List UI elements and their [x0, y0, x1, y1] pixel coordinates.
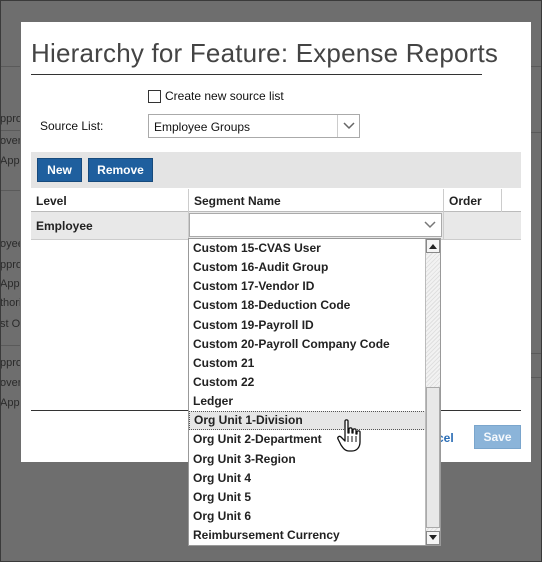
dropdown-option[interactable]: Ledger	[189, 392, 426, 411]
bg-divider	[0, 66, 20, 67]
dropdown-option[interactable]: Custom 22	[189, 373, 426, 392]
background-text: over	[0, 135, 20, 147]
dropdown-option[interactable]: Org Unit 1-Division	[189, 411, 426, 431]
column-divider	[443, 189, 444, 212]
toolbar: New Remove	[31, 152, 521, 188]
background-text: thori	[0, 297, 20, 309]
table-header: Level Segment Name Order	[31, 189, 521, 212]
column-divider	[443, 212, 444, 240]
dropdown-option[interactable]: Custom 19-Payroll ID	[189, 316, 426, 335]
background-text: ppro	[0, 357, 20, 369]
create-new-source-list[interactable]: Create new source list	[148, 89, 284, 103]
background-text: oyee	[0, 238, 20, 250]
chevron-down-icon[interactable]	[337, 115, 359, 137]
dropdown-option[interactable]: Custom 21	[189, 354, 426, 373]
column-divider	[188, 189, 189, 212]
source-list-select[interactable]: Employee Groups	[148, 114, 360, 138]
remove-button[interactable]: Remove	[88, 158, 153, 182]
new-button[interactable]: New	[37, 158, 82, 182]
create-new-checkbox[interactable]	[148, 89, 161, 103]
dialog-title: Hierarchy for Feature: Expense Reports	[31, 38, 499, 68]
row-level: Employee	[36, 219, 93, 233]
save-button[interactable]: Save	[474, 425, 521, 449]
background-text: Appr	[0, 397, 20, 409]
dropdown-option[interactable]: Org Unit 4	[189, 469, 426, 488]
hand-pointer-icon	[336, 418, 366, 454]
column-order: Order	[449, 194, 482, 208]
scrollbar-thumb[interactable]	[426, 387, 440, 528]
dropdown-option[interactable]: Org Unit 2-Department	[189, 430, 426, 449]
source-list-value: Employee Groups	[154, 120, 251, 134]
scroll-up-icon[interactable]	[426, 239, 440, 253]
dropdown-option[interactable]: Org Unit 5	[189, 488, 426, 507]
dropdown-option[interactable]: Custom 20-Payroll Company Code	[189, 335, 426, 354]
create-new-label: Create new source list	[165, 89, 284, 103]
column-divider	[501, 189, 502, 212]
dropdown-option[interactable]: Reimbursement Currency	[189, 526, 426, 545]
dropdown-list: Custom 15-CVAS User Custom 16-Audit Group…	[189, 239, 426, 545]
bg-divider	[0, 130, 20, 131]
segment-name-select[interactable]	[189, 213, 442, 237]
title-divider	[31, 74, 482, 75]
bg-divider	[0, 345, 20, 346]
background-text: st O	[0, 318, 20, 330]
background-text: ppro	[0, 259, 20, 271]
table-row: Employee	[31, 212, 521, 240]
dropdown-option[interactable]: Custom 16-Audit Group	[189, 258, 426, 277]
dropdown-option[interactable]: Custom 17-Vendor ID	[189, 277, 426, 296]
chevron-down-icon[interactable]	[419, 214, 441, 236]
dropdown-option[interactable]: Org Unit 6	[189, 507, 426, 526]
column-level: Level	[36, 194, 67, 208]
background-text: ppro	[0, 113, 20, 125]
dropdown-option[interactable]: Custom 15-CVAS User	[189, 239, 426, 258]
segment-name-dropdown: Custom 15-CVAS User Custom 16-Audit Group…	[188, 238, 441, 546]
bg-divider	[0, 190, 20, 191]
background-text: Appr	[0, 155, 20, 167]
dropdown-option[interactable]: Org Unit 3-Region	[189, 450, 426, 469]
column-segment-name: Segment Name	[194, 194, 281, 208]
dropdown-option[interactable]: Custom 18-Deduction Code	[189, 296, 426, 315]
background-text: over	[0, 377, 20, 389]
source-list-label: Source List:	[40, 119, 104, 133]
dropdown-scrollbar[interactable]	[425, 239, 440, 545]
background-text: Appr	[0, 278, 20, 290]
scroll-down-icon[interactable]	[426, 531, 440, 545]
